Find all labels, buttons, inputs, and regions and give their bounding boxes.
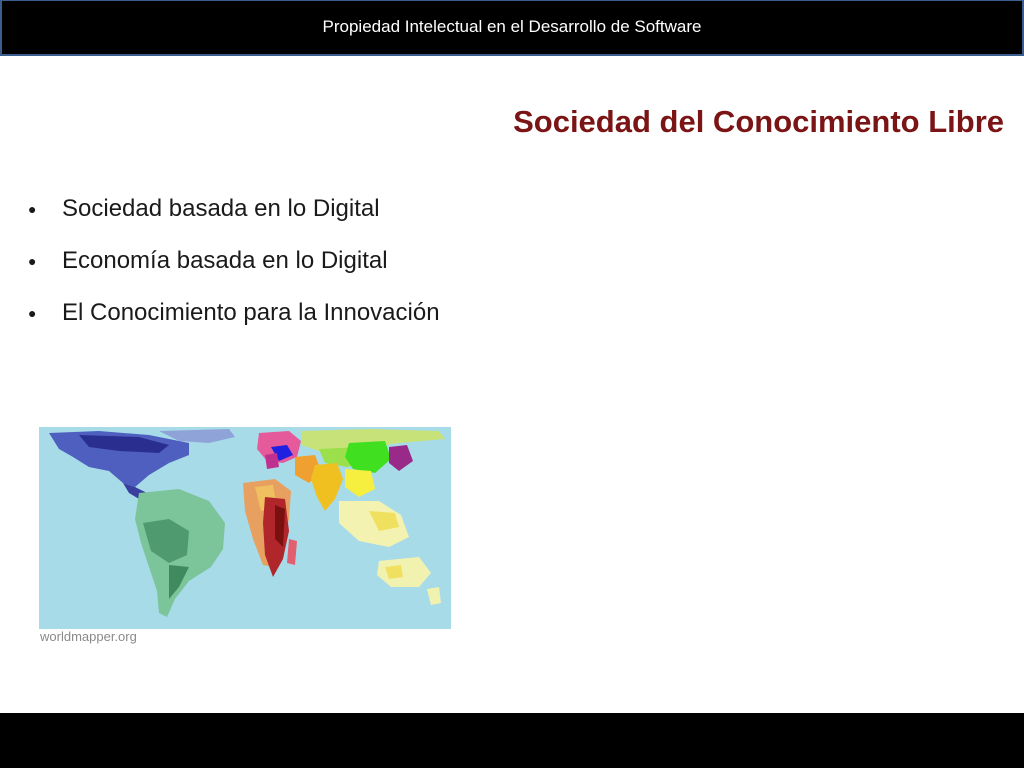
bullet-item: ● Sociedad basada en lo Digital	[28, 192, 468, 226]
bullet-list: ● Sociedad basada en lo Digital ● Econom…	[28, 192, 468, 348]
header-title: Propiedad Intelectual en el Desarrollo d…	[322, 17, 702, 36]
map-credit: worldmapper.org	[40, 629, 137, 644]
bullet-text: Economía basada en lo Digital	[62, 247, 388, 274]
bullet-text: El Conocimiento para la Innovación	[62, 299, 440, 326]
footer-bar	[0, 713, 1024, 768]
bullet-item: ● El Conocimiento para la Innovación	[28, 296, 468, 330]
bullet-text: Sociedad basada en lo Digital	[62, 195, 380, 222]
world-cartogram-map-icon	[49, 429, 445, 617]
bullet-dot-icon: ●	[28, 253, 37, 269]
bullet-item: ● Economía basada en lo Digital	[28, 244, 468, 278]
slide-title: Sociedad del Conocimiento Libre	[513, 104, 1004, 139]
bullet-dot-icon: ●	[28, 201, 37, 217]
world-cartogram-image	[39, 427, 451, 629]
bullet-dot-icon: ●	[28, 305, 37, 321]
